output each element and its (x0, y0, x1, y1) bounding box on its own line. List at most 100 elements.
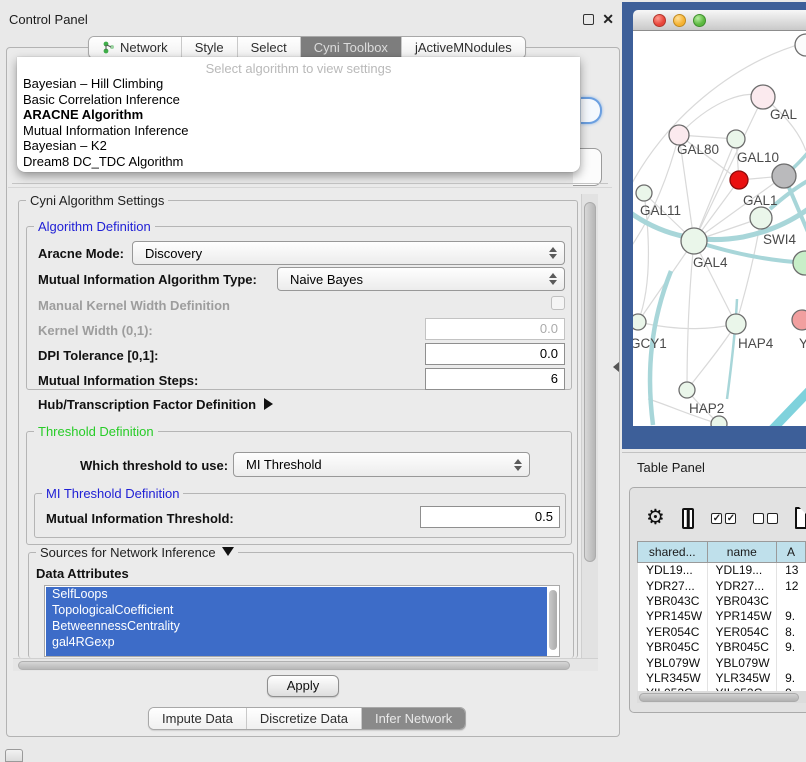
network-node[interactable] (795, 34, 806, 56)
close-window-icon[interactable] (653, 14, 666, 27)
select-all-checkboxes-icon[interactable]: ✓✓ (711, 513, 736, 524)
algorithm-option[interactable]: Basic Correlation Inference (17, 92, 580, 108)
network-node[interactable] (751, 85, 775, 109)
cell[interactable] (777, 593, 806, 608)
network-node-salmon[interactable] (792, 310, 806, 330)
mi-type-combo[interactable]: Naive Bayes (277, 267, 565, 291)
panel-collapse-arrow-icon[interactable] (613, 362, 619, 372)
manual-kernel-checkbox[interactable] (551, 296, 565, 310)
cell[interactable]: YPR145W (638, 609, 708, 624)
tab-network[interactable]: Network (89, 37, 182, 58)
cell[interactable]: 8. (777, 624, 806, 639)
attribute-item[interactable]: SelfLoops (46, 586, 547, 602)
list-vertical-scrollbar[interactable] (549, 590, 557, 650)
network-node-gcy1[interactable] (633, 314, 646, 330)
data-attributes-list[interactable]: SelfLoops TopologicalCoefficient Between… (44, 585, 560, 657)
cell[interactable]: 12 (777, 578, 806, 593)
cell[interactable]: YPR145W (707, 609, 777, 624)
scrollbar-thumb[interactable] (639, 693, 799, 702)
network-node-selected-red[interactable] (730, 171, 748, 189)
table-row[interactable]: YBR043CYBR043C (638, 593, 806, 608)
cell[interactable]: YDR27... (707, 578, 777, 593)
table-row[interactable]: YLR345WYLR345W9. (638, 670, 806, 685)
algorithm-option[interactable]: Bayesian – Hill Climbing (17, 76, 580, 92)
cell[interactable]: YBL079W (707, 655, 777, 670)
which-threshold-combo[interactable]: MI Threshold (233, 452, 530, 477)
zoom-window-icon[interactable] (693, 14, 706, 27)
tab-jactivemnodules[interactable]: jActiveMNodules (402, 37, 525, 58)
network-node-gray[interactable] (772, 164, 796, 188)
gear-icon[interactable]: ⚙ (646, 508, 665, 528)
network-node-gal11[interactable] (636, 185, 652, 201)
cell[interactable]: YBL079W (638, 655, 708, 670)
deselect-all-checkboxes-icon[interactable] (753, 513, 778, 524)
network-node-hap4[interactable] (726, 314, 746, 334)
cell[interactable]: YER054C (638, 624, 708, 639)
mi-threshold-field[interactable]: 0.5 (420, 506, 560, 528)
network-window-titlebar[interactable] (633, 10, 806, 31)
table-row[interactable]: YER054CYER054C8. (638, 624, 806, 639)
table-row[interactable]: YPR145WYPR145W9. (638, 609, 806, 624)
new-document-icon[interactable] (795, 507, 806, 529)
sources-group-title[interactable]: Sources for Network Inference (36, 545, 238, 560)
column-header-shared[interactable]: shared... (638, 542, 708, 563)
cell[interactable]: 9. (777, 609, 806, 624)
close-panel-icon[interactable]: ✕ (602, 14, 614, 25)
cell[interactable]: YDL19... (638, 563, 708, 578)
cell[interactable]: 13 (777, 563, 806, 578)
attribute-item[interactable]: gal4RGexp (46, 634, 547, 650)
tab-infer-network[interactable]: Infer Network (362, 708, 465, 729)
kernel-width-field[interactable]: 0.0 (425, 318, 565, 340)
tab-impute-data[interactable]: Impute Data (149, 708, 247, 729)
tab-cyni-toolbox[interactable]: Cyni Toolbox (301, 37, 402, 58)
table-horizontal-scrollbar[interactable] (637, 691, 806, 703)
table-row[interactable]: YBR045CYBR045C9. (638, 639, 806, 654)
table-row[interactable]: YBL079WYBL079W (638, 655, 806, 670)
tab-select[interactable]: Select (238, 37, 301, 58)
columns-icon[interactable] (682, 508, 695, 529)
settings-vertical-scrollbar[interactable] (581, 194, 598, 668)
minimize-window-icon[interactable] (673, 14, 686, 27)
network-node-gal10[interactable] (727, 130, 745, 148)
algorithm-option[interactable]: Dream8 DC_TDC Algorithm (17, 154, 580, 170)
attribute-item[interactable]: TopologicalCoefficient (46, 602, 547, 618)
table-row[interactable]: YDR27...YDR27...12 (638, 578, 806, 593)
network-node-hap2[interactable] (679, 382, 695, 398)
cell[interactable]: YLR345W (638, 670, 708, 685)
table-row[interactable]: YDL19...YDL19...13 (638, 563, 806, 578)
attribute-item[interactable]: BetweennessCentrality (46, 618, 547, 634)
cell[interactable]: YER054C (707, 624, 777, 639)
network-node[interactable] (711, 416, 727, 426)
column-header-partial[interactable]: A (777, 542, 806, 563)
cell[interactable]: YLR345W (707, 670, 777, 685)
scrollbar-thumb[interactable] (18, 661, 570, 670)
scrollbar-thumb[interactable] (584, 202, 596, 562)
mi-steps-field[interactable]: 6 (425, 368, 565, 390)
cell[interactable]: 9. (777, 670, 806, 685)
algorithm-option[interactable]: Bayesian – K2 (17, 138, 580, 154)
cell[interactable] (777, 655, 806, 670)
float-window-icon[interactable] (583, 14, 594, 25)
tab-discretize-data[interactable]: Discretize Data (247, 708, 362, 729)
cell[interactable]: YBR045C (707, 639, 777, 654)
aracne-mode-combo[interactable]: Discovery (132, 241, 565, 265)
hub-section-toggle[interactable]: Hub/Transcription Factor Definition (38, 397, 273, 412)
settings-horizontal-scrollbar[interactable] (13, 658, 598, 671)
cell[interactable]: 9. (777, 639, 806, 654)
tab-style[interactable]: Style (182, 37, 238, 58)
cell[interactable]: YBR043C (638, 593, 708, 608)
apply-button[interactable]: Apply (267, 675, 339, 697)
network-canvas[interactable]: GAL GAL80 GAL10 GAL1 GAL11 SWI4 GAL4 GCY… (633, 31, 806, 426)
network-node-gal4[interactable] (681, 228, 707, 254)
cell[interactable]: YBR045C (638, 639, 708, 654)
network-node-gal1[interactable] (750, 207, 772, 229)
algorithm-option[interactable]: Mutual Information Inference (17, 123, 580, 139)
cell[interactable]: YDL19... (707, 563, 777, 578)
cell[interactable]: YBR043C (707, 593, 777, 608)
column-header-name[interactable]: name (707, 542, 777, 563)
cell[interactable]: YDR27... (638, 578, 708, 593)
network-node-swi4[interactable] (793, 251, 806, 275)
algorithm-option-selected[interactable]: ARACNE Algorithm (17, 107, 580, 123)
dpi-tolerance-field[interactable]: 0.0 (425, 343, 565, 365)
minimized-panel-button[interactable] (5, 749, 23, 762)
